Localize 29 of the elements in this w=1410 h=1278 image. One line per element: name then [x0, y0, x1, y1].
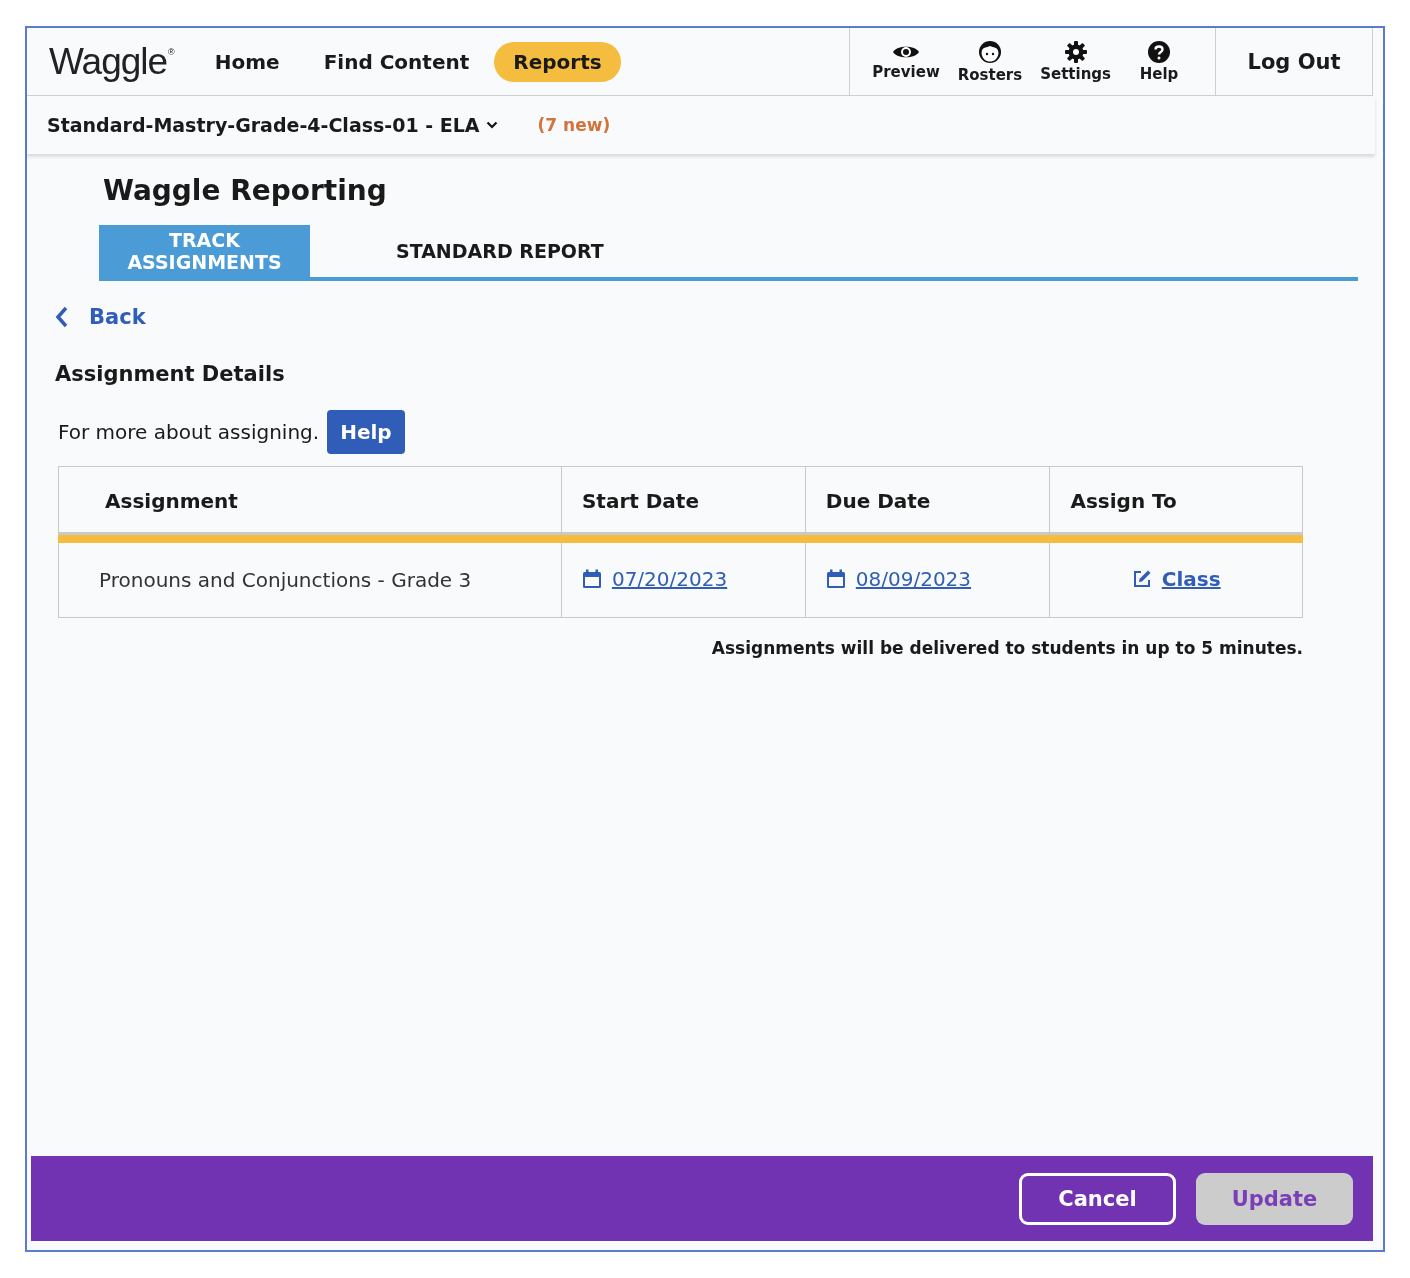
help-button[interactable]: Help [327, 410, 405, 454]
section-title: Assignment Details [55, 362, 286, 386]
toolbar-button[interactable]: Help [1127, 40, 1191, 83]
back-link[interactable]: Back [55, 305, 146, 329]
chevron-down-icon [485, 121, 498, 129]
class-dropdown[interactable]: Standard-Mastry-Grade-4-Class-01 - ELA [47, 114, 498, 136]
waggle-logo[interactable]: Waggle® [49, 40, 174, 83]
toolbar-button[interactable]: Settings [1038, 40, 1113, 83]
edit-icon [1131, 568, 1152, 589]
start-date-link[interactable]: 07/20/2023 [611, 566, 728, 591]
assign-to-link[interactable]: Class [1161, 566, 1221, 591]
log-out-button[interactable]: Log Out [1215, 28, 1373, 95]
calendar-icon [825, 568, 846, 589]
nav-link[interactable]: Find Content [304, 41, 489, 82]
nav-link[interactable]: Reports [494, 41, 621, 82]
nav-link[interactable]: Home [195, 41, 299, 82]
outline-button[interactable]: Cancel [1019, 1172, 1176, 1225]
new-count: (7 new) [537, 115, 611, 135]
delivery-note: Assignments will be delivered to students in up to 5 minutes. [710, 638, 1303, 658]
due-date-link[interactable]: 08/09/2023 [855, 566, 972, 591]
help-icon [1148, 40, 1170, 63]
chevron-left-icon [55, 306, 69, 328]
help-text: For more about assigning. [58, 420, 320, 444]
toolbar-button[interactable]: Rosters [955, 39, 1025, 84]
face-icon [977, 39, 1002, 64]
page-title: Waggle Reporting [103, 174, 388, 207]
tab[interactable]: STANDARD REPORT [310, 225, 690, 277]
toolbar-button[interactable]: Preview [870, 42, 942, 81]
calendar-icon [581, 568, 602, 589]
